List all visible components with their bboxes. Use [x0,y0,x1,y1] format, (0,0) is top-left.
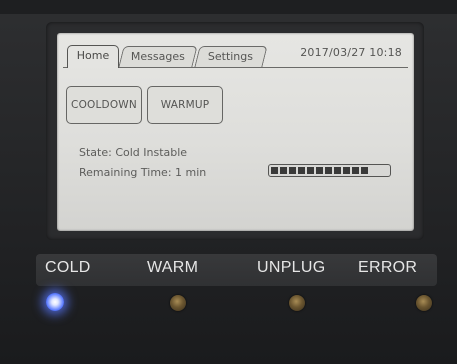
cooldown-button[interactable]: COOLDOWN [66,86,142,124]
state-text: State: Cold Instable [79,146,188,159]
tab-messages-label: Messages [130,50,185,63]
tab-messages[interactable]: Messages [118,46,198,67]
progress-segment [316,167,323,174]
progress-bar [268,164,391,177]
tab-home[interactable]: Home [67,45,119,68]
cold-label: COLD [45,259,91,276]
warm-led-icon [170,295,186,311]
progress-segment [334,167,341,174]
progress-segment [289,167,296,174]
progress-segment [280,167,287,174]
warm-label: WARM [147,259,199,276]
cold-led-icon [46,293,64,311]
tab-settings[interactable]: Settings [194,46,268,67]
unplug-led-icon [289,295,305,311]
tab-bar: Home Messages Settings 2017/03/27 10:18 [63,42,408,68]
unplug-label: UNPLUG [257,259,326,276]
device-top-edge [0,0,457,14]
progress-fill [271,167,368,174]
progress-segment [352,167,359,174]
remaining-time-text: Remaining Time: 1 min [79,166,207,179]
lcd-screen: Home Messages Settings 2017/03/27 10:18 … [57,33,414,231]
progress-segment [298,167,305,174]
progress-segment [361,167,368,174]
progress-segment [271,167,278,174]
progress-segment [307,167,314,174]
warmup-button[interactable]: WARMUP [147,86,223,124]
error-led-icon [416,295,432,311]
progress-segment [343,167,350,174]
device-panel: Home Messages Settings 2017/03/27 10:18 … [0,0,457,364]
datetime-display: 2017/03/27 10:18 [300,46,402,59]
progress-segment [325,167,332,174]
error-label: ERROR [358,259,418,276]
tab-settings-label: Settings [208,50,254,63]
